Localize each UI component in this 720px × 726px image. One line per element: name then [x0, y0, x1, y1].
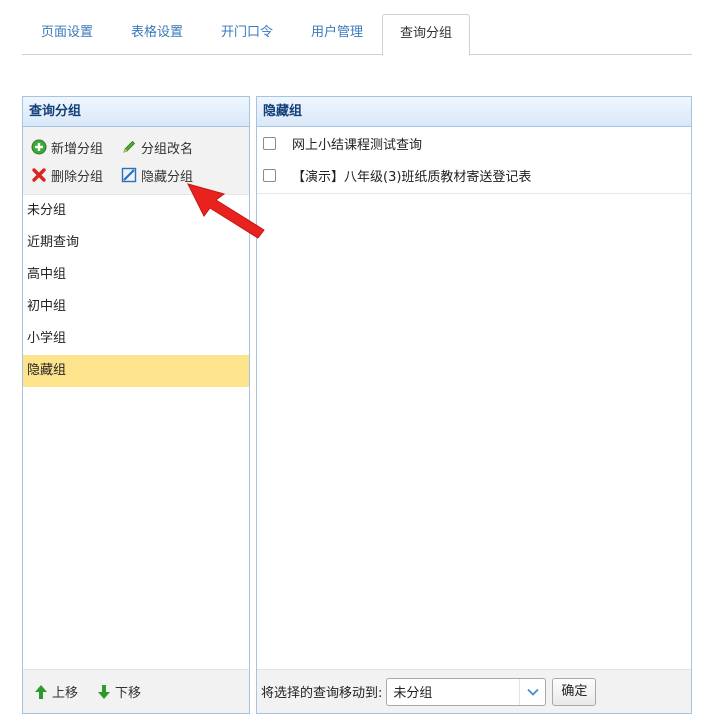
target-group-value: 未分组 [393, 686, 433, 701]
group-item-hidden[interactable]: 隐藏组 [23, 355, 249, 387]
arrow-down-icon [96, 683, 112, 701]
tab-bar: 页面设置 表格设置 开门口令 用户管理 查询分组 [22, 14, 692, 56]
tab-door-password[interactable]: 开门口令 [202, 14, 292, 55]
group-item-high-school[interactable]: 高中组 [23, 259, 249, 291]
annotation-arrow-icon [187, 183, 265, 239]
group-panel-title: 查询分组 [23, 97, 249, 127]
delete-group-button[interactable]: 删除分组 [31, 166, 103, 185]
rename-group-label: 分组改名 [141, 141, 194, 157]
confirm-button[interactable]: 确定 [552, 677, 597, 706]
move-up-label: 上移 [52, 686, 79, 701]
target-group-select[interactable]: 未分组 [386, 677, 547, 706]
add-group-label: 新增分组 [51, 141, 104, 157]
red-x-icon [31, 167, 47, 183]
query-list: 网上小结课程测试查询 【演示】八年级(3)班纸质教材寄送登记表 [257, 127, 691, 194]
tab-user-management[interactable]: 用户管理 [292, 14, 382, 55]
hide-icon [121, 167, 137, 183]
delete-group-label: 删除分组 [51, 169, 104, 185]
move-queries-footer: 将选择的查询移动到: 未分组 确定 [257, 669, 691, 713]
rename-group-button[interactable]: 分组改名 [121, 138, 193, 157]
group-order-footer: 上移 下移 [23, 669, 249, 713]
arrow-up-icon [33, 683, 49, 701]
move-up-button[interactable]: 上移 [33, 682, 78, 701]
query-checkbox[interactable] [263, 136, 276, 150]
group-item-primary-school[interactable]: 小学组 [23, 323, 249, 355]
tab-page-settings[interactable]: 页面设置 [22, 14, 112, 55]
group-item-middle-school[interactable]: 初中组 [23, 291, 249, 323]
list-item: 【演示】八年级(3)班纸质教材寄送登记表 [257, 159, 691, 191]
chevron-down-icon [519, 678, 545, 705]
query-panel-title: 隐藏组 [257, 97, 691, 127]
plus-circle-icon [31, 139, 47, 155]
tab-query-groups[interactable]: 查询分组 [382, 14, 470, 56]
list-item: 网上小结课程测试查询 [257, 127, 691, 159]
add-group-button[interactable]: 新增分组 [31, 138, 103, 157]
query-panel: 隐藏组 网上小结课程测试查询 【演示】八年级(3)班纸质教材寄送登记表 将选择的… [256, 96, 692, 714]
pencil-icon [121, 139, 137, 155]
query-label: 网上小结课程测试查询 [292, 137, 423, 153]
move-down-button[interactable]: 下移 [96, 682, 141, 701]
tab-table-settings[interactable]: 表格设置 [112, 14, 202, 55]
move-down-label: 下移 [115, 686, 142, 701]
query-label: 【演示】八年级(3)班纸质教材寄送登记表 [292, 169, 532, 185]
move-to-label: 将选择的查询移动到: [261, 686, 383, 701]
